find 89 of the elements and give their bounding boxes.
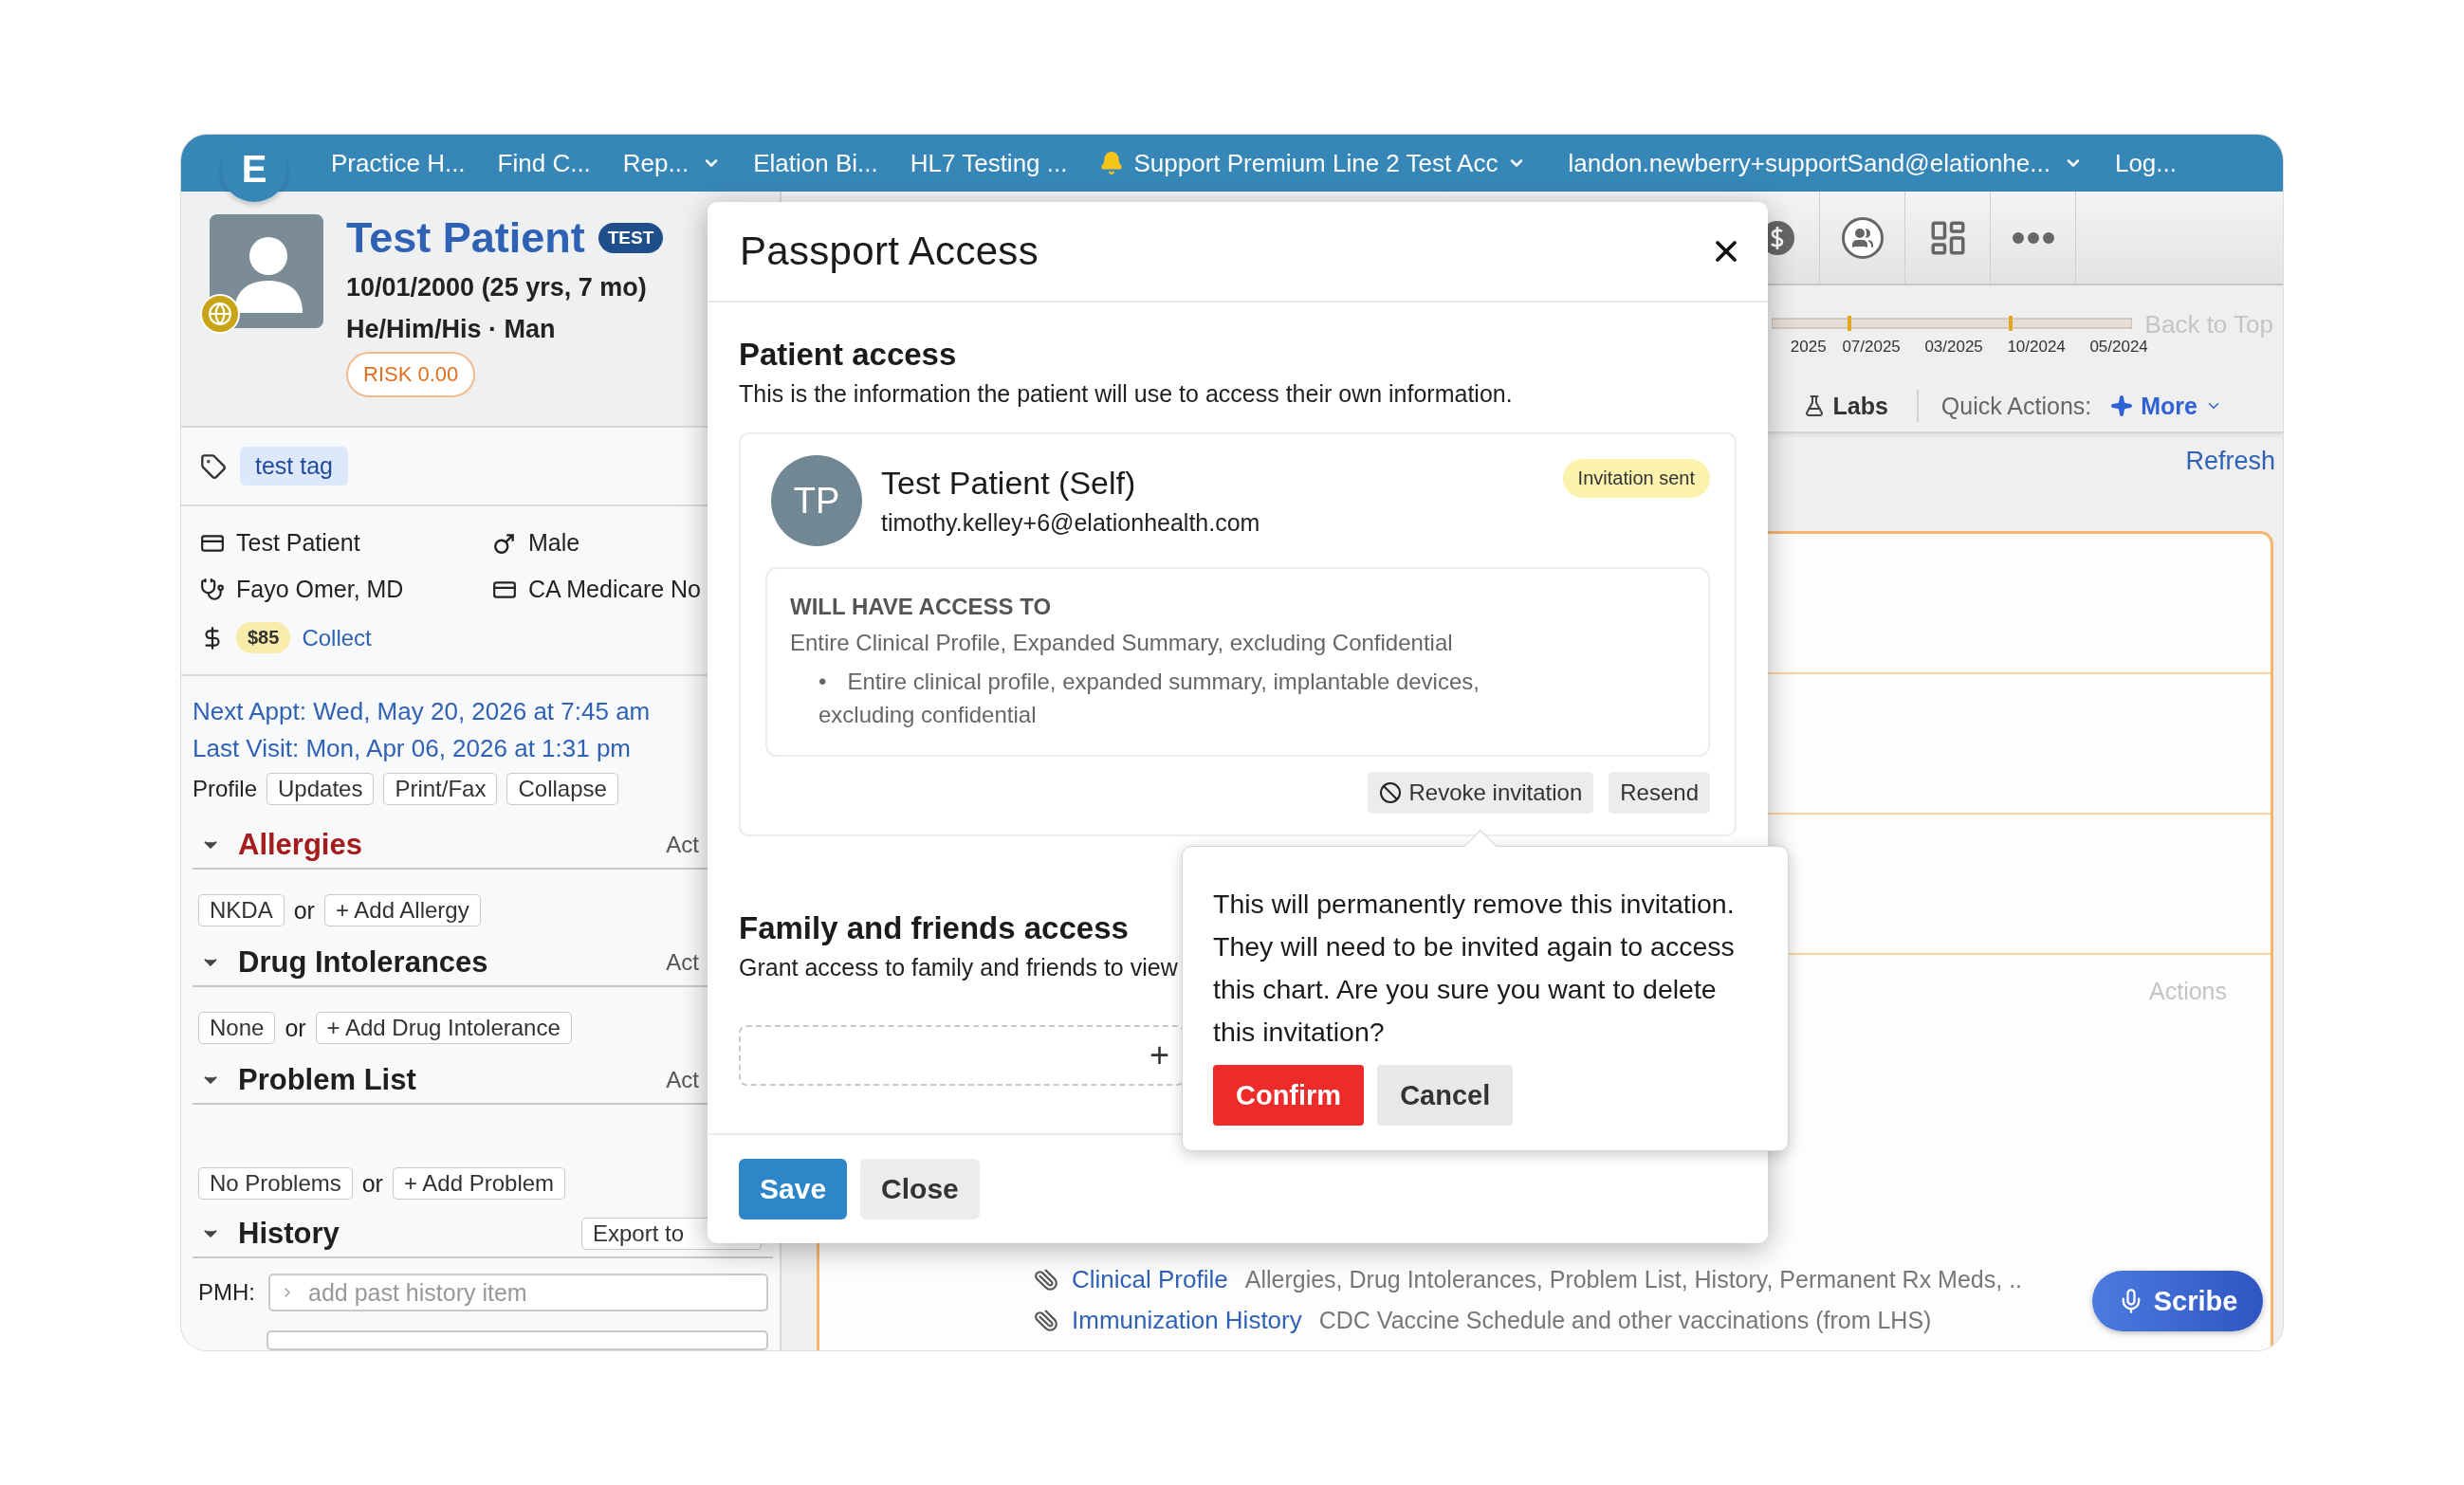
pronouns: He/Him/His · Man <box>346 313 557 345</box>
paperclip-icon <box>1034 1267 1058 1292</box>
nav-item[interactable]: Support Premium Line 2 Test Acc <box>1099 148 1536 178</box>
birth-date: 10/01/2000 (25 yrs, 7 mo) <box>346 271 648 303</box>
section-title: History <box>238 1217 340 1252</box>
paperclip-icon <box>1034 1308 1058 1333</box>
quick-actions-label: Quick Actions: <box>1940 392 2092 420</box>
more-icon <box>2012 231 2054 244</box>
document-link[interactable]: Immunization History <box>1072 1306 1302 1335</box>
cancel-button[interactable]: Cancel <box>1377 1065 1514 1126</box>
profile-label: Profile <box>193 776 258 803</box>
tag-icon <box>200 452 227 480</box>
resend-button[interactable]: Resend <box>1609 771 1710 814</box>
section-action[interactable]: Act <box>666 949 699 977</box>
section-title: Drug Intolerances <box>238 945 489 981</box>
option-button[interactable]: NKDA <box>198 894 285 927</box>
access-heading: WILL HAVE ACCESS TO <box>790 594 1053 620</box>
stethoscope-icon <box>200 577 225 602</box>
document-description: CDC Vaccine Schedule and other vaccinations (from LHS) <box>1318 1307 1932 1334</box>
detail-text: Fayo Omer, MD <box>236 576 404 604</box>
plus-text: + <box>1149 1037 1169 1072</box>
nav-item[interactable]: Log... <box>2114 148 2177 178</box>
patient-name: Test Patient <box>346 214 585 262</box>
add-button[interactable]: + Add Allergy <box>323 894 481 927</box>
risk-badge: RISK 0.00 <box>346 352 476 398</box>
more-menu-button[interactable]: More <box>2105 391 2228 421</box>
nav-item[interactable]: landon.newberry+supportSand@elationhe... <box>1568 148 2083 178</box>
section-description: This is the information the patient will use to access their own information. <box>739 380 1513 408</box>
ban-icon <box>1378 780 1402 804</box>
tag-chip[interactable]: test tag <box>240 447 348 486</box>
dialog-title: Passport Access <box>740 229 1039 274</box>
close-dialog-button[interactable]: Close <box>860 1159 980 1219</box>
section-title: Allergies <box>238 828 363 863</box>
access-item: • Entire clinical profile, expanded summary, implantable devices, excluding confidential <box>818 668 1480 729</box>
section-title: Problem List <box>238 1063 417 1098</box>
section-description: Grant access to family and friends to view <box>739 953 1178 981</box>
person-name: Test Patient (Self) <box>881 465 1137 502</box>
section-heading: Family and friends access <box>739 909 1129 946</box>
profile-button[interactable]: Print/Fax <box>383 773 498 806</box>
status-badge: Invitation sent <box>1562 459 1710 498</box>
or-text: or <box>285 1014 306 1042</box>
timeline-label: 2025 <box>1789 338 1828 357</box>
document-description: Allergies, Drug Intolerances, Problem List, History, Permanent Rx Meds, .. <box>1244 1266 2023 1293</box>
actions-label: Actions <box>2149 978 2227 1005</box>
avatar-icon <box>210 214 323 328</box>
section-action[interactable]: Act <box>666 1067 699 1094</box>
nav-item[interactable]: Practice H... <box>331 148 466 178</box>
or-text: or <box>293 896 315 925</box>
add-button[interactable]: + Add Problem <box>392 1167 566 1201</box>
detail-text: Male <box>528 529 580 558</box>
revoke-button[interactable]: Revoke invitation <box>1367 771 1594 814</box>
add-person-button[interactable]: + <box>739 1024 1185 1086</box>
nav-item[interactable]: Elation Bi... <box>753 148 878 178</box>
section-heading: Patient access <box>739 337 957 373</box>
detail-text: Test Patient <box>236 529 360 558</box>
collect-link[interactable]: Collect <box>302 624 372 651</box>
field-label: PMH: <box>198 1279 255 1307</box>
save-button[interactable]: Save <box>739 1159 848 1219</box>
confirm-message: This will permanently remove this invitation. They will need to be invited again to access this chart. Are you sure you want to delete this invitation? <box>1213 888 1736 1049</box>
timeline-label: 07/2025 <box>1841 338 1902 357</box>
history-field[interactable]: add past history item <box>268 1274 768 1312</box>
test-badge: TEST <box>598 222 664 253</box>
timeline-label: 05/2024 <box>2088 338 2149 357</box>
scribe-button[interactable]: Scribe <box>2092 1271 2263 1331</box>
option-button[interactable]: None <box>198 1012 276 1045</box>
nav-item[interactable]: Find C... <box>497 148 591 178</box>
confirm-button[interactable]: Confirm <box>1213 1065 1365 1126</box>
timeline-label: 03/2025 <box>1923 338 1984 357</box>
history-field[interactable] <box>267 1330 768 1350</box>
access-summary: Entire Clinical Profile, Expanded Summary, excluding Confidential <box>790 630 1454 656</box>
detail-text: CA Medicare No <box>528 576 702 604</box>
profile-button[interactable]: Updates <box>267 773 375 806</box>
add-button[interactable]: + Add Drug Intolerance <box>315 1012 572 1045</box>
refresh-link[interactable]: Refresh <box>2185 447 2275 476</box>
balance-badge: $85 <box>236 622 291 654</box>
or-text: or <box>361 1169 383 1198</box>
timeline-label: 10/2024 <box>2006 338 2067 357</box>
nav-item[interactable]: HL7 Testing ... <box>910 148 1068 178</box>
sparkle-icon <box>2110 394 2134 417</box>
labs-button[interactable]: Labs <box>1796 391 1894 421</box>
document-link[interactable]: Clinical Profile <box>1072 1265 1228 1294</box>
section-action[interactable]: Act <box>666 832 699 859</box>
logo[interactable]: E <box>221 136 287 202</box>
initials-avatar: TP <box>771 455 862 546</box>
profile-button[interactable]: Collapse <box>506 773 618 806</box>
person-email: timothy.kelley+6@elationhealth.com <box>881 509 1261 537</box>
globe-badge <box>200 294 240 334</box>
option-button[interactable]: No Problems <box>198 1167 353 1201</box>
nav-item[interactable]: Rep... <box>622 148 722 178</box>
